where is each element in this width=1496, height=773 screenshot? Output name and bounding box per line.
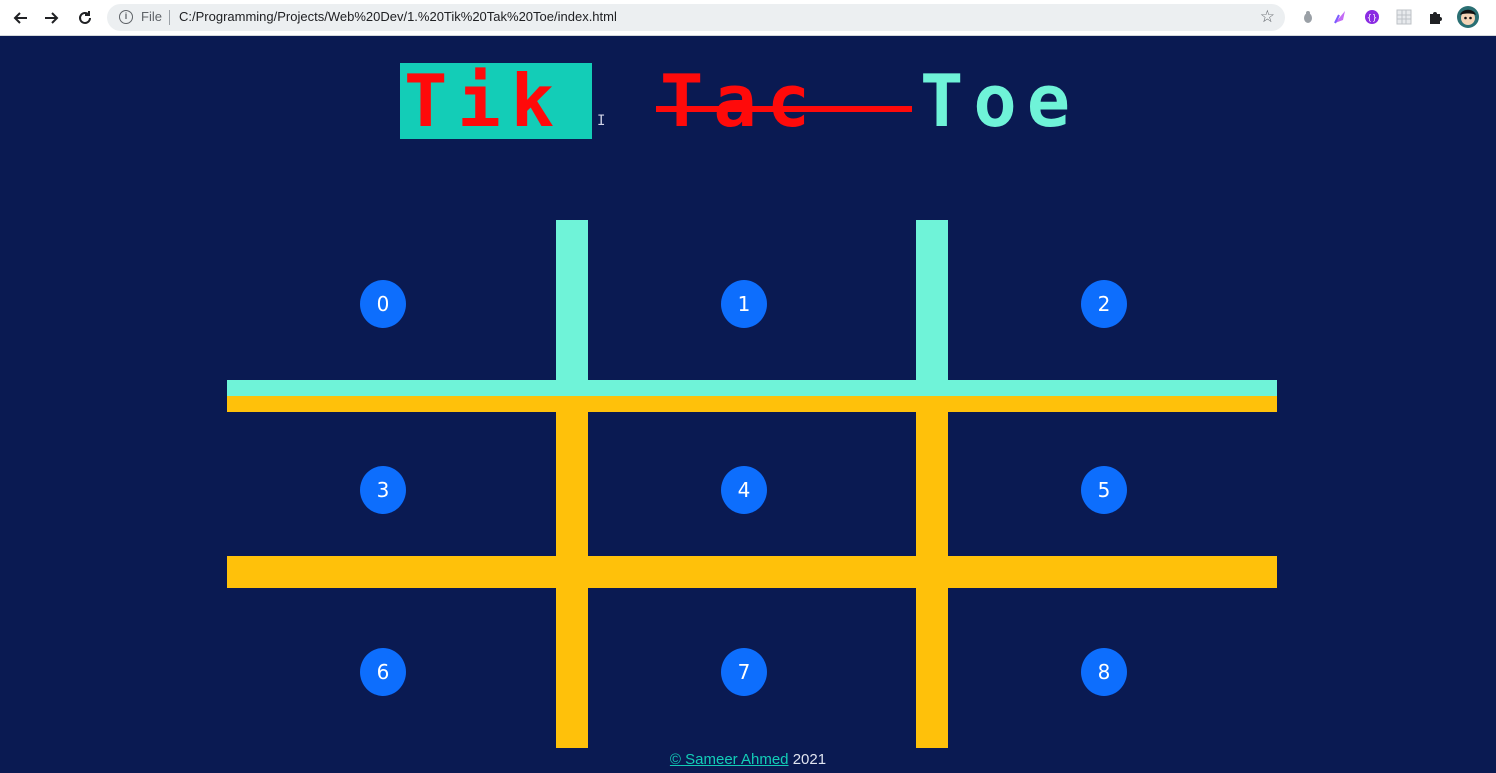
reload-icon[interactable] (73, 6, 97, 30)
forward-icon[interactable] (40, 6, 64, 30)
url-text[interactable]: C:/Programming/Projects/Web%20Dev/1.%20T… (179, 9, 617, 24)
board-line-h1-top (227, 380, 1277, 396)
feather-icon[interactable] (1331, 8, 1349, 26)
info-icon[interactable]: i (119, 10, 133, 24)
cell-button-7[interactable]: 7 (721, 648, 767, 696)
title-strikethrough (656, 106, 912, 112)
game-page: Tik Tac Toe I 0 1 2 3 4 5 6 7 8 © Sameer… (0, 37, 1496, 773)
bug-icon[interactable] (1299, 8, 1317, 26)
page-title: Tik Tac Toe I (0, 63, 1496, 143)
puzzle-icon[interactable] (1427, 8, 1445, 26)
board-line-v1-top (556, 220, 588, 396)
cell-button-3[interactable]: 3 (360, 466, 406, 514)
ext-grid-icon[interactable] (1395, 8, 1413, 26)
cell-button-1[interactable]: 1 (721, 280, 767, 328)
footer-year: 2021 (788, 751, 827, 768)
star-icon[interactable]: ☆ (1260, 7, 1275, 27)
title-word-tik: Tik (400, 63, 592, 139)
board-line-h1-bottom (227, 396, 1277, 412)
back-icon[interactable] (8, 6, 32, 30)
address-bar[interactable]: i File C:/Programming/Projects/Web%20Dev… (107, 4, 1285, 31)
board-line-h2 (227, 556, 1277, 588)
board-line-v2-top (916, 220, 948, 396)
scheme-label: File (141, 9, 162, 24)
ext-purple-icon[interactable]: {} (1363, 8, 1381, 26)
cell-button-0[interactable]: 0 (360, 280, 406, 328)
footer: © Sameer Ahmed 2021 (0, 751, 1496, 768)
title-word-tac: Tac (660, 59, 821, 143)
cell-button-2[interactable]: 2 (1081, 280, 1127, 328)
cell-button-4[interactable]: 4 (721, 466, 767, 514)
copyright-symbol: © (669, 751, 681, 768)
title-word-toe: Toe (920, 59, 1081, 143)
svg-text:{}: {} (1367, 13, 1377, 22)
cell-button-5[interactable]: 5 (1081, 466, 1127, 514)
cell-button-6[interactable]: 6 (360, 648, 406, 696)
author-link[interactable]: © Sameer Ahmed (670, 751, 789, 768)
browser-toolbar: i File C:/Programming/Projects/Web%20Dev… (0, 0, 1496, 36)
cell-button-8[interactable]: 8 (1081, 648, 1127, 696)
text-cursor-icon: I (597, 113, 606, 129)
author-name[interactable]: Sameer Ahmed (681, 751, 788, 768)
omnibox-divider (169, 10, 170, 25)
profile-avatar[interactable] (1457, 6, 1479, 28)
